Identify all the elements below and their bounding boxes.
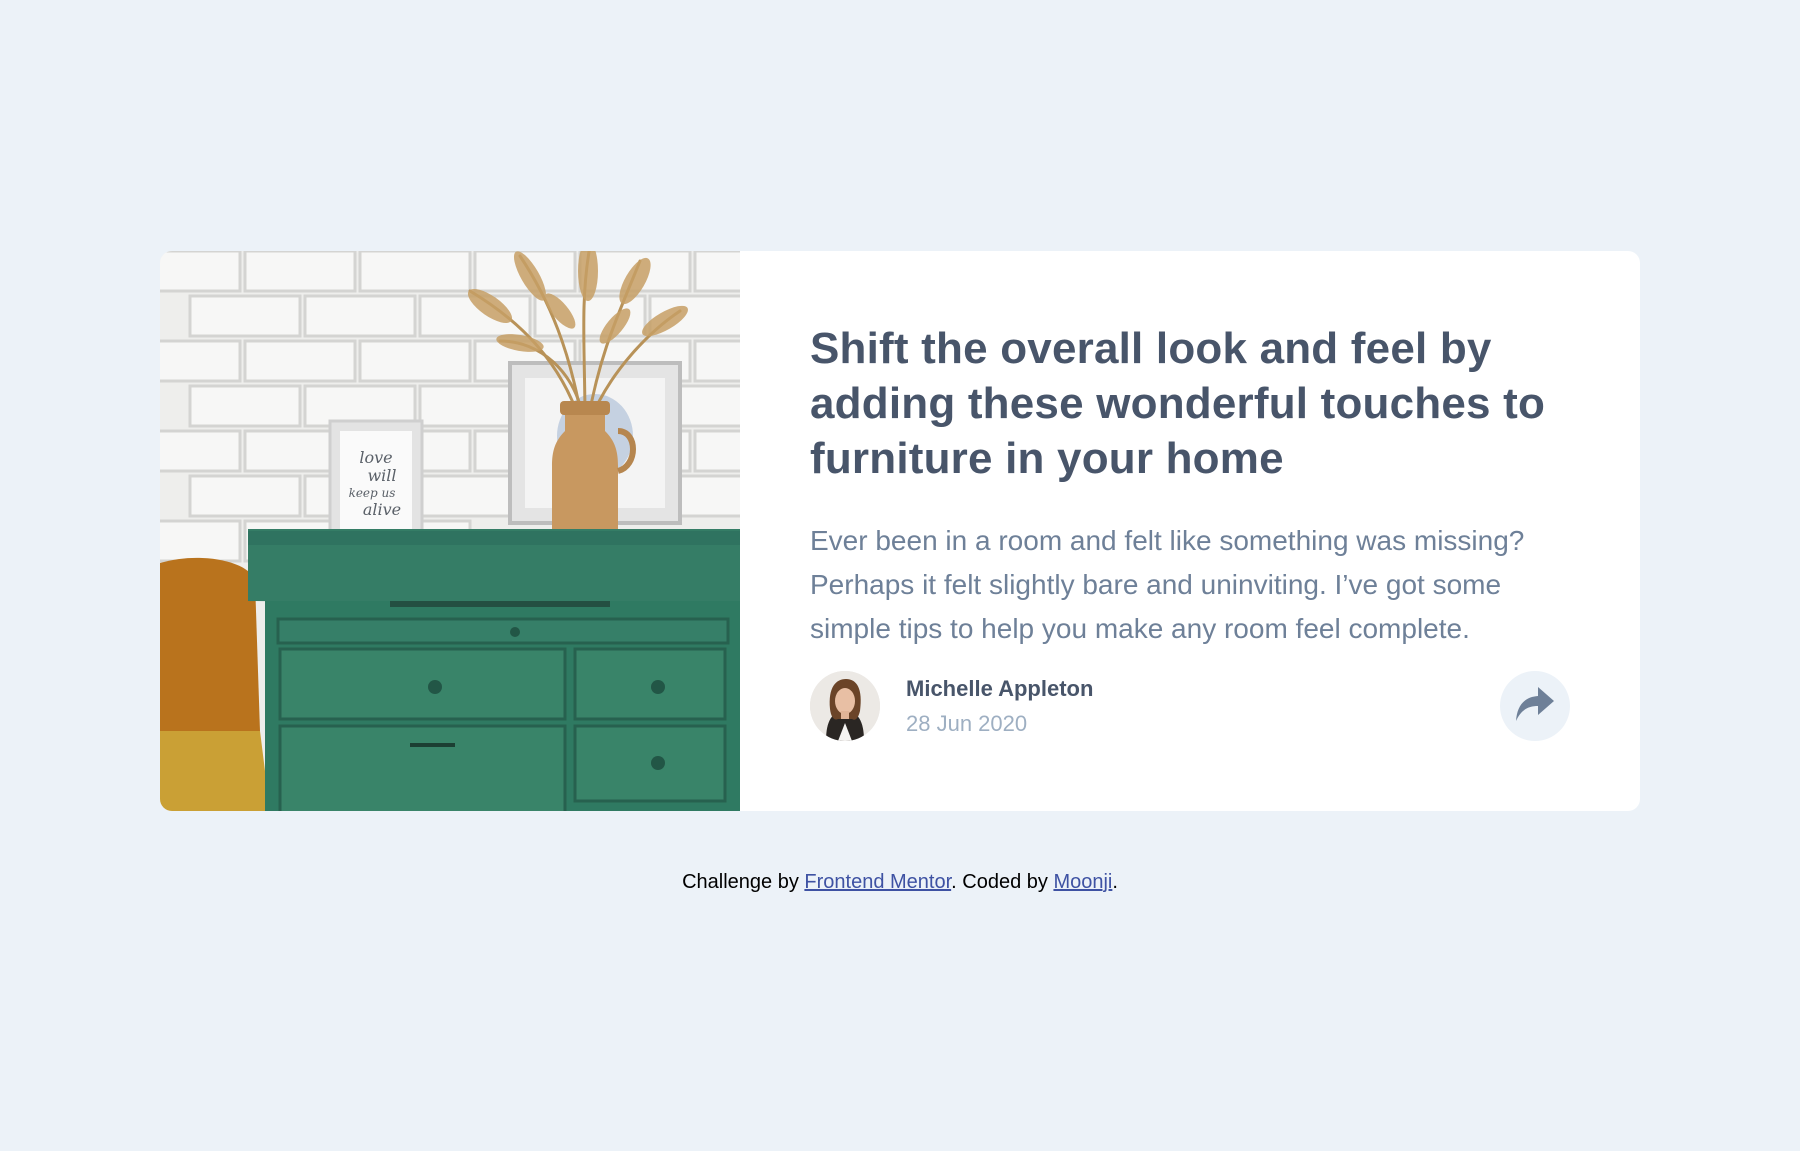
author-row: Michelle Appleton 28 Jun 2020 bbox=[810, 671, 1570, 741]
attribution: Challenge by Frontend Mentor. Coded by M… bbox=[0, 871, 1800, 894]
share-arrow-icon bbox=[1515, 686, 1555, 727]
share-button[interactable] bbox=[1500, 671, 1570, 741]
attribution-suffix: . bbox=[1112, 871, 1118, 893]
attribution-prefix: Challenge by bbox=[682, 871, 805, 893]
article-content: Shift the overall look and feel by addin… bbox=[740, 251, 1640, 811]
article-title: Shift the overall look and feel by addin… bbox=[810, 324, 1546, 483]
frame-text-1: love bbox=[359, 448, 392, 467]
frame-text-3: keep us bbox=[349, 486, 396, 500]
article-description: Ever been in a room and felt like someth… bbox=[810, 525, 1525, 644]
frontend-mentor-link[interactable]: Frontend Mentor bbox=[804, 871, 951, 893]
article-card: love will keep us alive Shift the overal… bbox=[160, 251, 1640, 811]
author-info: Michelle Appleton 28 Jun 2020 bbox=[906, 674, 1093, 739]
author-link[interactable]: Moonji bbox=[1053, 871, 1112, 893]
frame-text-4: alive bbox=[363, 500, 401, 519]
article-image: love will keep us alive bbox=[160, 251, 740, 811]
attribution-middle: . Coded by bbox=[951, 871, 1054, 893]
author-avatar bbox=[810, 671, 880, 741]
frame-text-2: will bbox=[367, 466, 396, 485]
publish-date: 28 Jun 2020 bbox=[906, 710, 1028, 736]
author-name: Michelle Appleton bbox=[906, 675, 1094, 701]
